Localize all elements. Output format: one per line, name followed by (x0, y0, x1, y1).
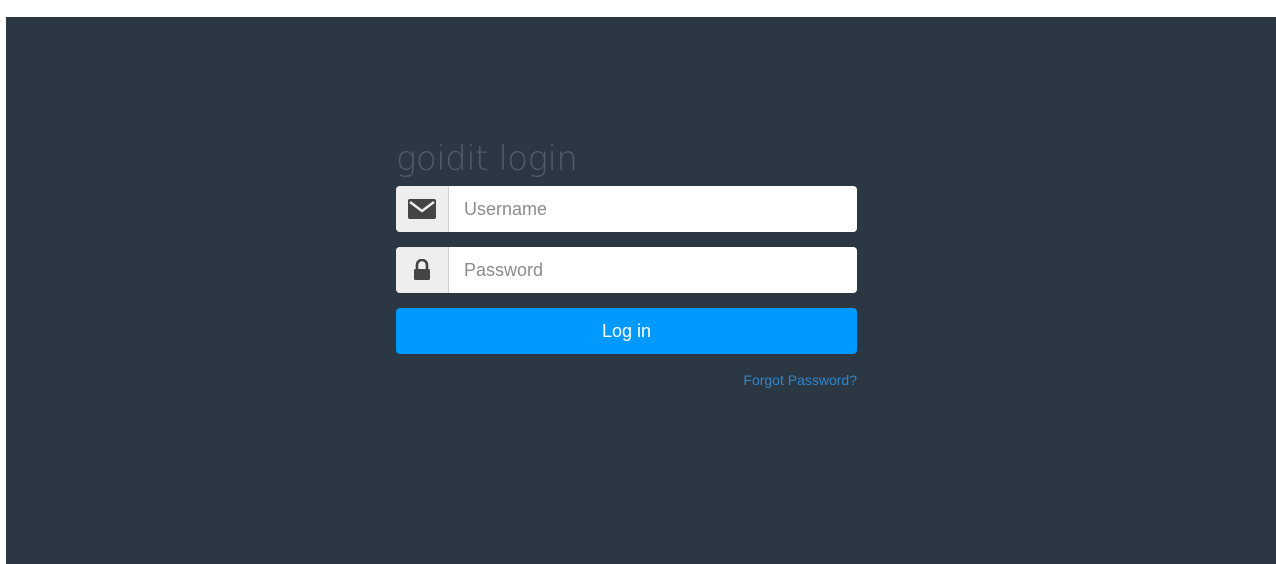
password-input-group (396, 247, 857, 293)
password-input[interactable] (449, 247, 857, 293)
login-form: goidit login Log in Forgot Password? (396, 137, 857, 388)
username-input-group (396, 186, 857, 232)
forgot-password-link[interactable]: Forgot Password? (396, 372, 857, 388)
page-title: goidit login (396, 139, 578, 179)
envelope-icon (396, 186, 449, 232)
lock-icon (396, 247, 449, 293)
login-button[interactable]: Log in (396, 308, 857, 354)
username-input[interactable] (449, 186, 857, 232)
login-page: goidit login Log in Forgot Password? (6, 17, 1276, 564)
